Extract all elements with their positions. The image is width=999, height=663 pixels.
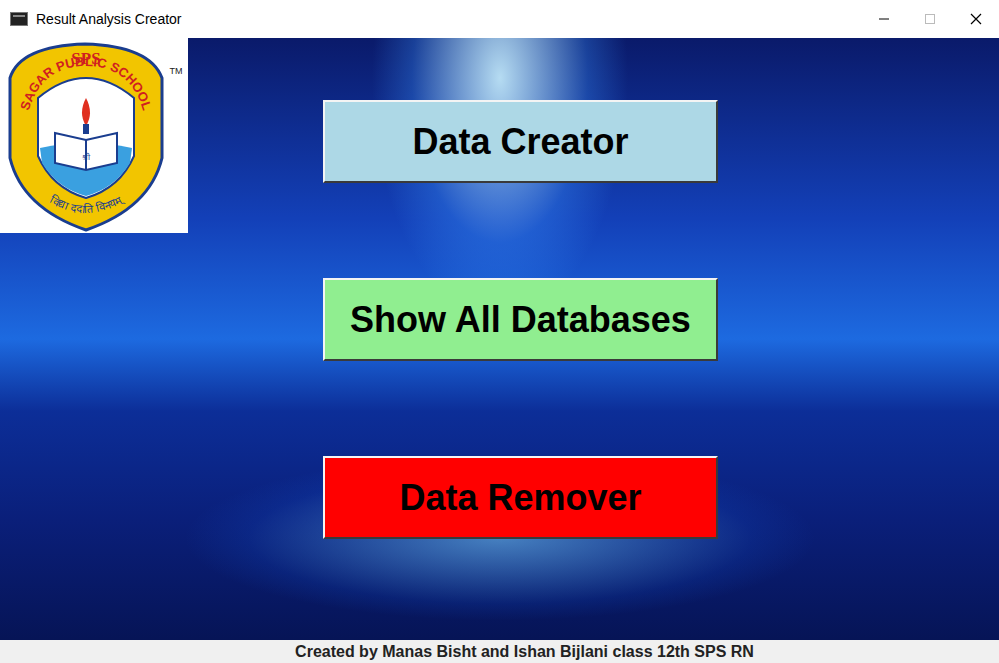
svg-text:TM: TM: [170, 66, 183, 76]
menu-button[interactable]: Data Creator: [323, 100, 718, 183]
footer: Created by Manas Bisht and Ishan Bijlani…: [0, 640, 999, 663]
maximize-icon: [924, 13, 936, 25]
window-title: Result Analysis Creator: [36, 11, 861, 27]
maximize-button: [907, 0, 953, 38]
minimize-icon: [878, 13, 890, 25]
menu-button[interactable]: Data Remover: [323, 456, 718, 539]
svg-text:विद्या ददाति विनयम्: विद्या ददाति विनयम्: [48, 192, 126, 216]
svg-text:SAGAR PUBLIC SCHOOL: SAGAR PUBLIC SCHOOL: [17, 54, 155, 112]
school-logo: SPSSAGAR PUBLIC SCHOOLविद्या ददाति विनयम…: [0, 38, 188, 233]
close-button[interactable]: [953, 0, 999, 38]
svg-text:श्री: श्री: [82, 152, 91, 162]
main-panel: SPSSAGAR PUBLIC SCHOOLविद्या ददाति विनयम…: [0, 38, 999, 640]
title-bar: Result Analysis Creator: [0, 0, 999, 38]
close-icon: [970, 13, 982, 25]
menu-button[interactable]: Show All Databases: [323, 278, 718, 361]
minimize-button[interactable]: [861, 0, 907, 38]
app-icon: [10, 12, 28, 26]
school-logo-icon: SPSSAGAR PUBLIC SCHOOLविद्या ददाति विनयम…: [0, 38, 188, 233]
